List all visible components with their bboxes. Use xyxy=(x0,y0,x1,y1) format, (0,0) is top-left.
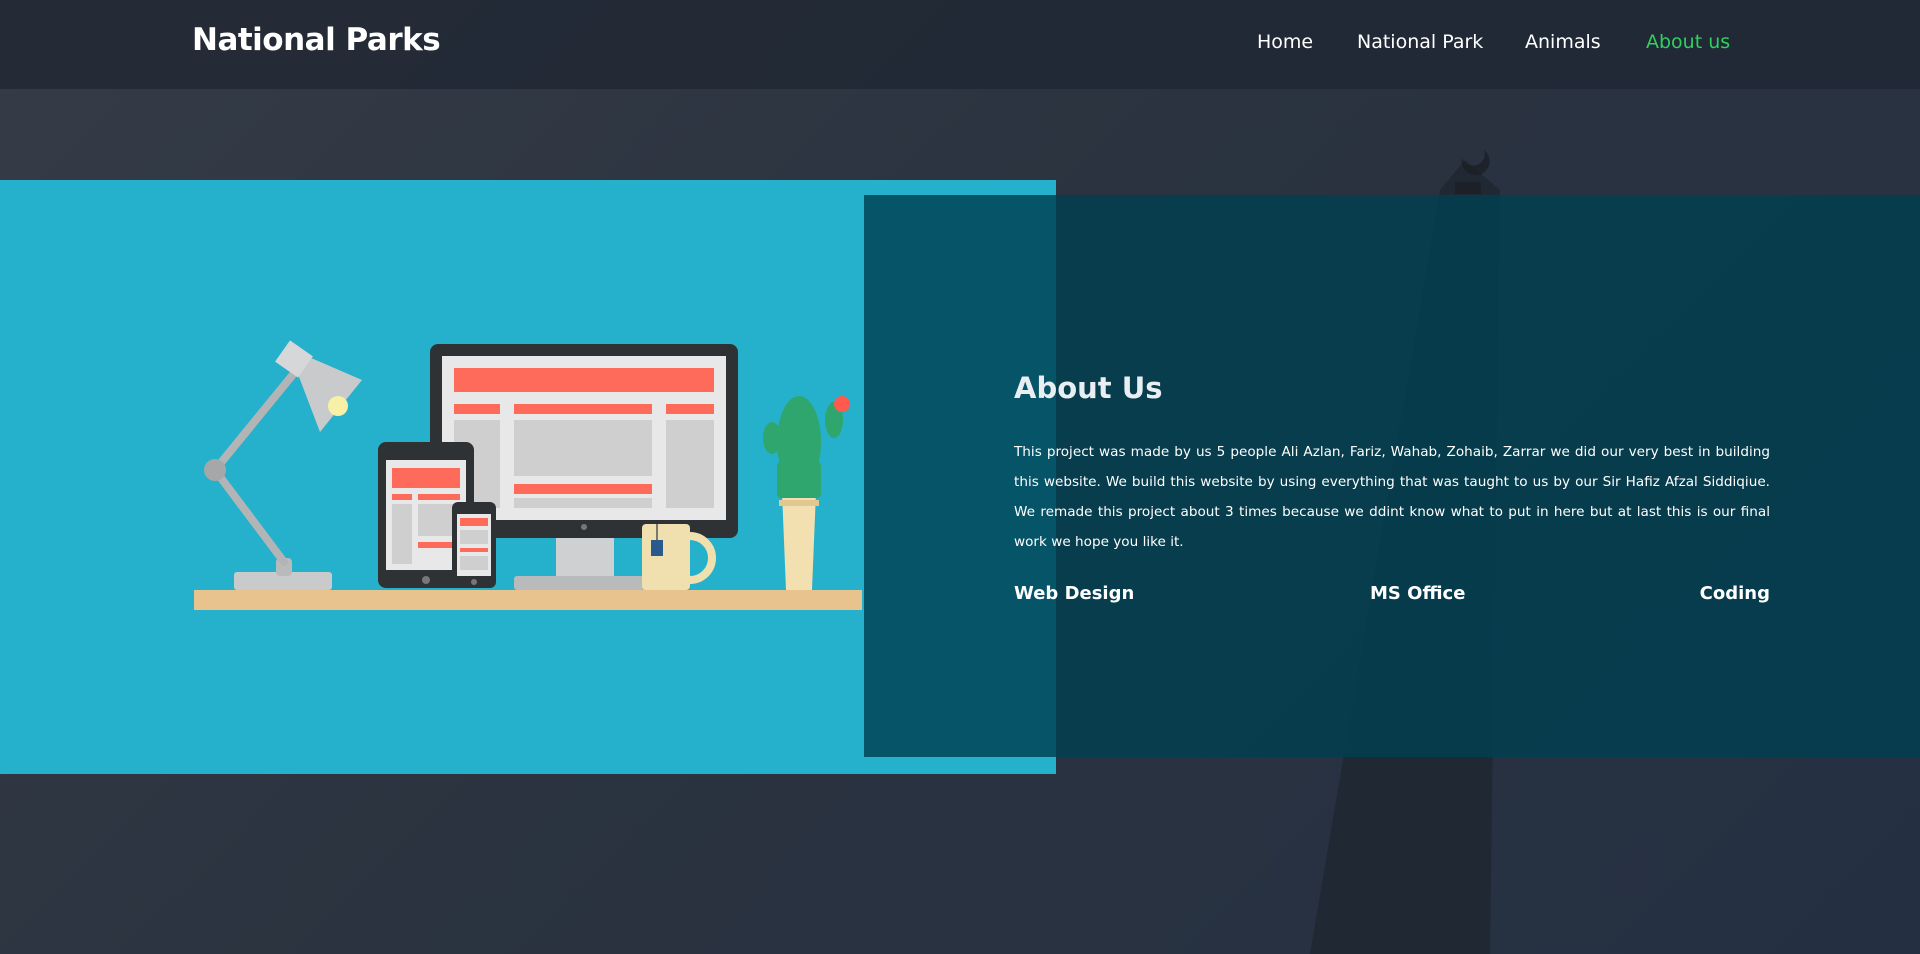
nav-animals[interactable]: Animals xyxy=(1525,31,1601,53)
nav-national-park[interactable]: National Park xyxy=(1357,31,1483,53)
nav-home[interactable]: Home xyxy=(1257,31,1313,53)
about-description: This project was made by us 5 people Ali… xyxy=(1014,443,1770,550)
about-panel: About Us This project was made by us 5 p… xyxy=(864,195,1920,757)
nav-about-us[interactable]: About us xyxy=(1646,31,1730,53)
about-title: About Us xyxy=(1014,371,1163,406)
top-navbar: National Parks Home National Park Animal… xyxy=(0,0,1920,89)
skill-web-design: Web Design xyxy=(1014,583,1135,604)
skill-ms-office: MS Office xyxy=(1370,583,1466,604)
site-brand[interactable]: National Parks xyxy=(192,22,441,58)
skill-coding: Coding xyxy=(1699,583,1770,604)
